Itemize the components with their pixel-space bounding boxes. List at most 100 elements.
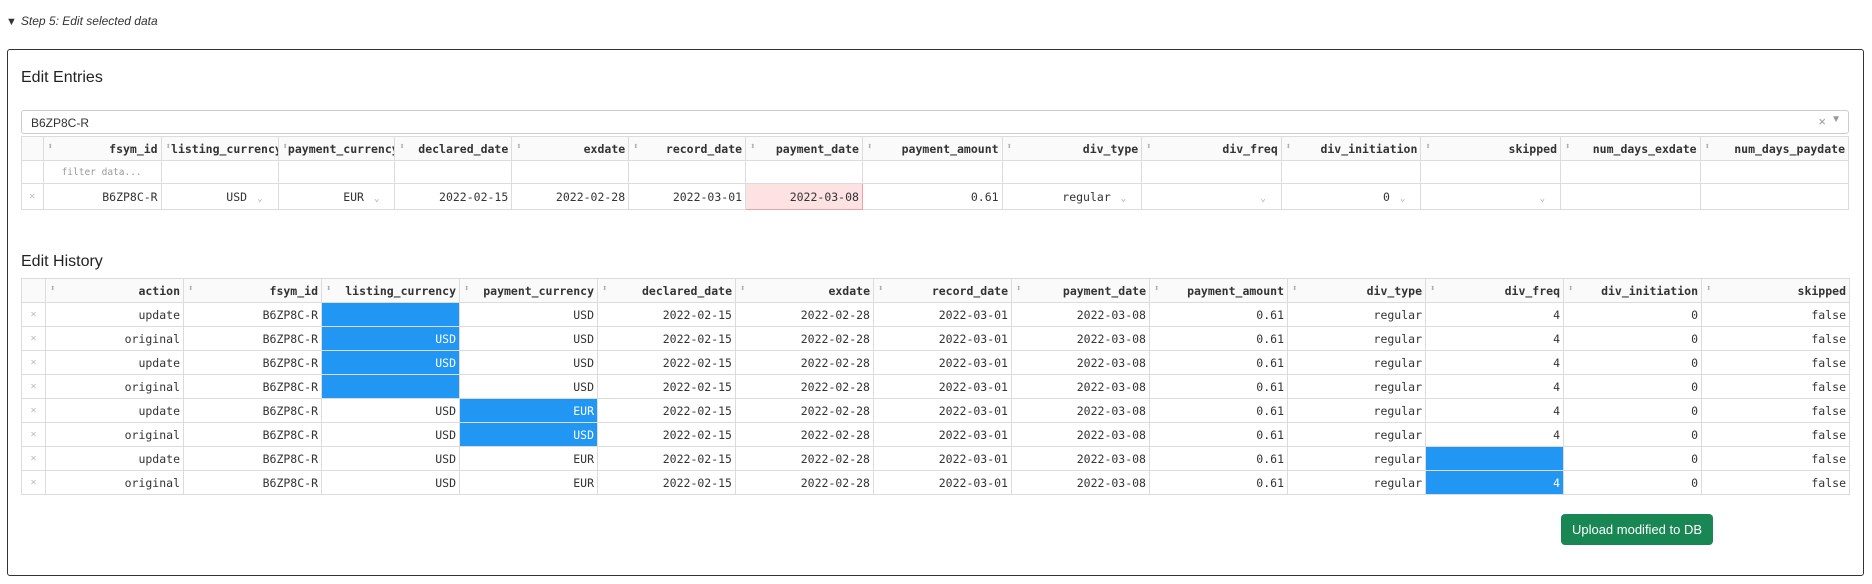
step-toggle[interactable]: ▼ Step 5: Edit selected data: [6, 14, 158, 28]
cell-payment-currency[interactable]: EUR: [459, 446, 598, 471]
cell-fsym-id[interactable]: B6ZP8C-R: [183, 326, 322, 351]
cell-payment-currency[interactable]: USD: [459, 422, 598, 447]
cell-listing-currency[interactable]: USD: [321, 446, 460, 471]
cell-num-days-exdate[interactable]: [1560, 183, 1701, 210]
sort-icon[interactable]: ⬍: [516, 142, 521, 152]
cell-div-freq[interactable]: 4: [1425, 398, 1564, 423]
filter-skipped[interactable]: [1420, 160, 1561, 184]
cell-payment-currency[interactable]: USD: [459, 374, 598, 399]
cell-div-freq[interactable]: 4: [1425, 350, 1564, 375]
cell-action[interactable]: update: [45, 398, 184, 423]
cell-payment-date[interactable]: 2022-03-08: [1011, 326, 1150, 351]
cell-payment-currency[interactable]: USD: [459, 350, 598, 375]
remove-row-icon[interactable]: ✕: [21, 350, 46, 375]
sort-icon[interactable]: ⬍: [633, 142, 638, 152]
cell-fsym-id[interactable]: B6ZP8C-R: [183, 446, 322, 471]
cell-div-freq[interactable]: ⌄: [1141, 183, 1282, 210]
filter-div-freq[interactable]: [1141, 160, 1282, 184]
sort-icon[interactable]: ⬍: [878, 284, 883, 294]
sort-icon[interactable]: ⬍: [1016, 284, 1021, 294]
column-header-payment-date[interactable]: ⬍ payment_date: [745, 136, 863, 161]
cell-action[interactable]: original: [45, 374, 184, 399]
cell-div-type[interactable]: regular: [1287, 422, 1426, 447]
cell-div-freq[interactable]: 4: [1425, 470, 1564, 495]
filter-payment-currency[interactable]: [277, 160, 396, 184]
clear-icon[interactable]: ×: [1818, 114, 1826, 129]
cell-payment-amount[interactable]: 0.61: [1149, 326, 1288, 351]
column-header-record-date[interactable]: ⬍ record_date: [873, 278, 1012, 303]
column-header-div-type[interactable]: ⬍ div_type: [1287, 278, 1426, 303]
column-header-num-days-exdate[interactable]: ⬍ num_days_exdate: [1560, 136, 1701, 161]
cell-div-type[interactable]: regular: [1287, 302, 1426, 327]
cell-fsym-id[interactable]: B6ZP8C-R: [183, 302, 322, 327]
cell-payment-currency[interactable]: USD: [459, 326, 598, 351]
remove-row-icon[interactable]: ✕: [21, 422, 46, 447]
filter-num-days-exdate[interactable]: [1560, 160, 1701, 184]
cell-action[interactable]: update: [45, 350, 184, 375]
column-header-num-days-paydate[interactable]: ⬍ num_days_paydate: [1699, 136, 1850, 161]
sort-icon[interactable]: ⬍: [399, 142, 404, 152]
column-header-payment-date[interactable]: ⬍ payment_date: [1011, 278, 1150, 303]
cell-exdate[interactable]: 2022-02-28: [735, 350, 874, 375]
cell-action[interactable]: update: [45, 302, 184, 327]
sort-icon[interactable]: ⬍: [326, 284, 331, 294]
chevron-down-icon[interactable]: ⌄: [1260, 194, 1265, 204]
cell-skipped[interactable]: ⌄: [1420, 183, 1561, 210]
cell-declared-date[interactable]: 2022-02-15: [597, 350, 736, 375]
cell-record-date[interactable]: 2022-03-01: [873, 374, 1012, 399]
cell-payment-date[interactable]: 2022-03-08: [1011, 398, 1150, 423]
cell-num-days-paydate[interactable]: [1699, 183, 1850, 210]
cell-payment-date[interactable]: 2022-03-08: [745, 183, 863, 210]
cell-record-date[interactable]: 2022-03-01: [873, 422, 1012, 447]
column-header-declared-date[interactable]: ⬍ declared_date: [394, 136, 513, 161]
cell-fsym-id[interactable]: B6ZP8C-R: [183, 350, 322, 375]
filter-div-type[interactable]: [1001, 160, 1143, 184]
sort-icon[interactable]: ⬍: [1565, 142, 1570, 152]
cell-skipped[interactable]: false: [1701, 374, 1850, 399]
cell-payment-date[interactable]: 2022-03-08: [1011, 374, 1150, 399]
sort-icon[interactable]: ⬍: [1706, 284, 1711, 294]
cell-declared-date[interactable]: 2022-02-15: [597, 422, 736, 447]
cell-record-date[interactable]: 2022-03-01: [873, 350, 1012, 375]
remove-row-icon[interactable]: ✕: [21, 470, 46, 495]
cell-div-freq[interactable]: 4: [1425, 326, 1564, 351]
filter-payment-amount[interactable]: [861, 160, 1003, 184]
cell-record-date[interactable]: 2022-03-01: [873, 446, 1012, 471]
sort-icon[interactable]: ⬍: [50, 284, 55, 294]
cell-listing-currency[interactable]: USD ⌄: [160, 183, 279, 210]
cell-div-initiation[interactable]: 0: [1563, 446, 1702, 471]
cell-div-initiation[interactable]: 0: [1563, 422, 1702, 447]
cell-listing-currency[interactable]: USD: [321, 470, 460, 495]
upload-modified-button[interactable]: Upload modified to DB: [1561, 514, 1713, 545]
filter-div-initiation[interactable]: [1280, 160, 1422, 184]
cell-div-type[interactable]: regular: [1287, 398, 1426, 423]
column-header-payment-currency[interactable]: ⬍ payment_currency: [277, 136, 396, 161]
cell-record-date[interactable]: 2022-03-01: [873, 302, 1012, 327]
cell-declared-date[interactable]: 2022-02-15: [597, 302, 736, 327]
cell-skipped[interactable]: false: [1701, 350, 1850, 375]
cell-payment-amount[interactable]: 0.61: [1149, 302, 1288, 327]
cell-action[interactable]: original: [45, 326, 184, 351]
cell-fsym-id[interactable]: B6ZP8C-R: [183, 398, 322, 423]
filter-record-date[interactable]: [628, 160, 747, 184]
sort-icon[interactable]: ⬍: [1146, 142, 1151, 152]
cell-div-initiation[interactable]: 0 ⌄: [1280, 183, 1422, 210]
cell-div-initiation[interactable]: 0: [1563, 470, 1702, 495]
cell-skipped[interactable]: false: [1701, 398, 1850, 423]
cell-record-date[interactable]: 2022-03-01: [873, 326, 1012, 351]
cell-div-initiation[interactable]: 0: [1563, 326, 1702, 351]
fsym-id-select[interactable]: B6ZP8C-R × ▼: [21, 110, 1849, 134]
sort-icon[interactable]: ⬍: [1430, 284, 1435, 294]
cell-div-type[interactable]: regular ⌄: [1001, 183, 1143, 210]
column-header-exdate[interactable]: ⬍ exdate: [511, 136, 630, 161]
filter-listing-currency[interactable]: [160, 160, 279, 184]
cell-payment-amount[interactable]: 0.61: [1149, 350, 1288, 375]
column-header-div-freq[interactable]: ⬍ div_freq: [1425, 278, 1564, 303]
cell-payment-date[interactable]: 2022-03-08: [1011, 470, 1150, 495]
cell-record-date[interactable]: 2022-03-01: [628, 183, 747, 210]
cell-div-freq[interactable]: 4: [1425, 422, 1564, 447]
chevron-down-icon[interactable]: ⌄: [1121, 194, 1126, 204]
cell-div-initiation[interactable]: 0: [1563, 374, 1702, 399]
cell-action[interactable]: original: [45, 422, 184, 447]
column-header-record-date[interactable]: ⬍ record_date: [628, 136, 747, 161]
